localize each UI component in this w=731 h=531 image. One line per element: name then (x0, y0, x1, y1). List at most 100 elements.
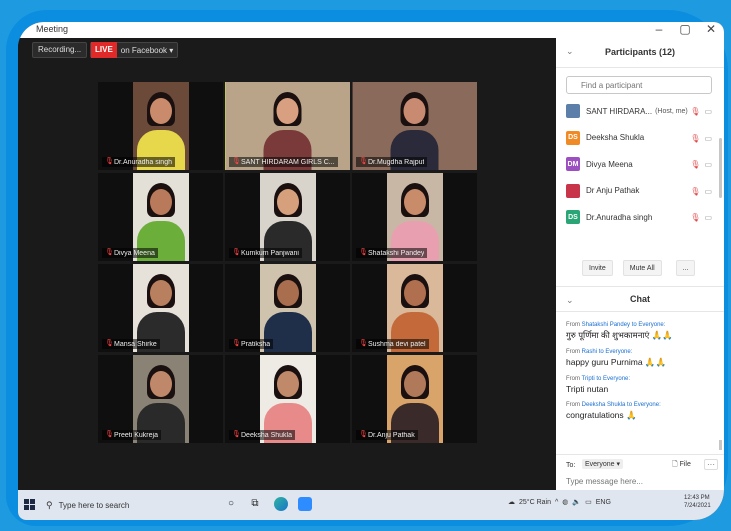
muted-mic-icon: 🎙 (359, 431, 368, 438)
weather-icon: ☁ (508, 499, 515, 506)
taskbar-search[interactable]: ⚲ Type here to search (42, 495, 228, 515)
chat-message: From Rashi to Everyone: happy guru Purnim… (566, 349, 718, 368)
video-off-icon[interactable]: ▭ (704, 160, 712, 169)
recipient-select[interactable]: Everyone ▾ (582, 459, 624, 469)
participant-row[interactable]: DS Deeksha Shukla 🎙 ▭ (556, 125, 724, 152)
muted-mic-icon: 🎙 (359, 340, 368, 347)
participant-list-name: Deeksha Shukla (586, 133, 645, 143)
video-tile[interactable]: 🎙 Dr.Anju Pathak (352, 355, 477, 443)
avatar (566, 104, 580, 119)
video-tile[interactable]: 🎙 Pratiksha (225, 264, 350, 352)
from-word: From (566, 402, 580, 408)
close-button[interactable]: ✕ (700, 22, 722, 36)
clock[interactable]: 12:43 PM 7/24/2021 (684, 494, 711, 510)
participant-row[interactable]: DS Dr.Anuradha singh 🎙 ▭ (556, 204, 724, 231)
participant-name: Shatakshi Pandey (368, 249, 425, 257)
chat-recipient: Everyone: (605, 349, 633, 355)
participant-row[interactable]: SANT HIRDARA... (Host, me) 🎙 ▭ (556, 98, 724, 125)
participant-name-tag: 🎙 Pratiksha (229, 339, 274, 349)
video-tile[interactable]: 🎙 Preeti Kukreja (98, 355, 223, 443)
task-view-icon[interactable]: ⧉ (248, 497, 262, 511)
video-tile[interactable]: 🎙 Shatakshi Pandey (352, 173, 477, 261)
participant-row[interactable]: DM Divya Meena 🎙 ▭ (556, 151, 724, 178)
windows-start-icon[interactable] (24, 499, 36, 511)
maximize-button[interactable]: ▢ (674, 22, 696, 36)
video-tile[interactable]: 🎙 Mansa Shirke (98, 264, 223, 352)
participant-name: Pratiksha (241, 340, 271, 348)
participants-title: Participants (12) (604, 47, 676, 57)
battery-icon[interactable]: ▭ (585, 498, 592, 506)
muted-mic-icon: 🎙 (105, 158, 114, 165)
chat-sender-line: From Rashi to Everyone: (566, 349, 718, 355)
participant-name: Divya Meena (114, 249, 155, 257)
clock-date: 7/24/2021 (684, 503, 711, 509)
participant-name: Dr.Anuradha singh (114, 158, 172, 166)
participant-scrollbar[interactable] (719, 138, 722, 198)
video-off-icon[interactable]: ▭ (704, 134, 712, 143)
video-tile[interactable]: 🎙 Deeksha Shukla (225, 355, 350, 443)
muted-mic-icon[interactable]: 🎙 (690, 160, 700, 169)
muted-mic-icon: 🎙 (105, 249, 114, 256)
avatar: DM (566, 157, 580, 172)
volume-icon[interactable]: 🔈 (572, 498, 581, 506)
participant-search-input[interactable] (566, 76, 712, 94)
participant-name: Sushma devi patel (368, 340, 426, 348)
chat-message-input[interactable] (566, 477, 714, 486)
cortana-icon[interactable]: ○ (224, 497, 238, 511)
live-stream-indicator[interactable]: LIVE on Facebook ▾ (90, 42, 179, 58)
recording-indicator[interactable]: Recording... (32, 42, 88, 58)
side-panel: ⌄ Participants (12) ⌕ SANT HIRDARA...(Ho… (556, 38, 724, 490)
search-icon: ⚲ (46, 499, 53, 510)
taskbar-search-placeholder: Type here to search (58, 500, 130, 510)
muted-mic-icon[interactable]: 🎙 (690, 107, 700, 116)
to-word: to (631, 322, 637, 328)
weather-text[interactable]: 25°C Rain (519, 499, 551, 506)
chat-text: Tripti nutan (566, 384, 609, 394)
participant-row[interactable]: Dr Anju Pathak 🎙 ▭ (556, 178, 724, 205)
muted-mic-icon[interactable]: 🎙 (690, 134, 700, 143)
chat-compose: To: Everyone ▾ 🗋 File ··· (556, 454, 724, 490)
video-off-icon[interactable]: ▭ (704, 213, 712, 222)
muted-mic-icon: 🎙 (105, 431, 114, 438)
invite-button[interactable]: Invite (582, 260, 613, 276)
participant-list: SANT HIRDARA... (Host, me) 🎙 ▭ DS Deeksha Shu… (556, 98, 724, 231)
chat-text: congratulations 🙏 (566, 410, 637, 420)
live-badge: LIVE (91, 42, 117, 58)
chat-scrollbar[interactable] (719, 440, 722, 450)
participant-status-icons: 🎙 ▭ (690, 134, 712, 143)
participant-list-name: Divya Meena (586, 159, 633, 169)
participant-status-icons: 🎙 ▭ (690, 213, 712, 222)
muted-mic-icon[interactable]: 🎙 (690, 187, 700, 196)
edge-browser-icon[interactable] (274, 497, 288, 511)
video-tile[interactable]: 🎙 Kumkum Panjwani (225, 173, 350, 261)
network-icon[interactable]: ◍ (562, 498, 568, 506)
chat-messages: From Shatakshi Pandey to Everyone: गुरु प… (566, 322, 718, 429)
file-button[interactable]: 🗋 File (672, 460, 691, 471)
video-tile[interactable]: 🎙 Dr.Mugdha Rajput (352, 82, 477, 170)
participant-name: Preeti Kukreja (114, 431, 158, 439)
more-options-button[interactable]: ... (675, 260, 696, 276)
video-off-icon[interactable]: ▭ (704, 187, 712, 196)
minimize-button[interactable]: – (648, 22, 670, 36)
chat-sender: Tripti (581, 376, 595, 382)
video-tile[interactable]: 🎙 SANT HIRDARAM GIRLS C... (225, 82, 350, 170)
zoom-app-icon[interactable] (298, 497, 312, 511)
to-label: To: (566, 462, 576, 469)
mute-all-button[interactable]: Mute All (622, 260, 662, 276)
participant-name-tag: 🎙 Preeti Kukreja (102, 430, 161, 440)
participant-name-tag: 🎙 Divya Meena (102, 248, 158, 258)
chat-more-button[interactable]: ··· (704, 459, 718, 470)
chevron-up-icon[interactable]: ^ (555, 499, 558, 506)
video-tile[interactable]: 🎙 Divya Meena (98, 173, 223, 261)
avatar: DS (566, 130, 580, 145)
participant-status-icons: 🎙 ▭ (690, 160, 712, 169)
language-indicator[interactable]: ENG (596, 499, 611, 506)
muted-mic-icon[interactable]: 🎙 (690, 213, 700, 222)
muted-mic-icon: 🎙 (105, 340, 114, 347)
to-word: to (598, 349, 604, 355)
video-tile[interactable]: 🎙 Dr.Anuradha singh (98, 82, 223, 170)
chat-text: happy guru Purnima 🙏🙏 (566, 357, 667, 367)
video-off-icon[interactable]: ▭ (704, 107, 712, 116)
participant-name: Mansa Shirke (114, 340, 157, 348)
video-tile[interactable]: 🎙 Sushma devi patel (352, 264, 477, 352)
